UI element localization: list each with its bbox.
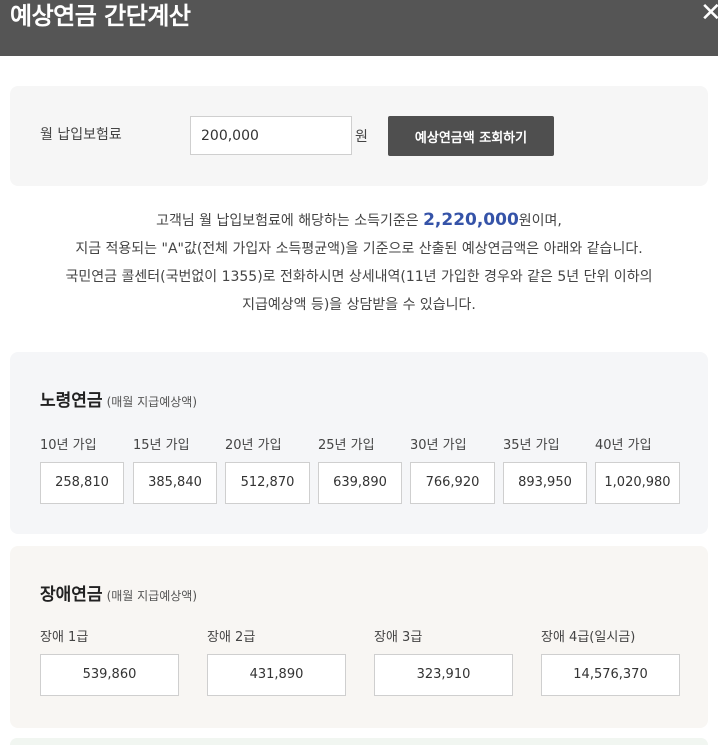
old-age-item-label: 30년 가입	[410, 438, 467, 453]
old-age-item: 25년 가입 639,890	[318, 436, 402, 504]
old-age-item-label: 15년 가입	[133, 438, 190, 453]
premium-input[interactable]	[190, 116, 352, 155]
modal-header: 예상연금 간단계산 ✕	[0, 0, 718, 56]
old-age-item-label: 20년 가입	[225, 438, 282, 453]
old-age-item: 10년 가입 258,810	[40, 436, 124, 504]
desc-line-1: 고객님 월 납입보험료에 해당하는 소득기준은 2,220,000원이며,	[10, 206, 708, 235]
desc-line-1-suffix: 원이며,	[518, 213, 562, 229]
currency-unit: 원	[355, 129, 368, 145]
disability-item-label: 장애 3급	[374, 630, 423, 645]
premium-label: 월 납입보험료	[40, 127, 122, 143]
next-panel-edge	[10, 738, 708, 745]
disability-item: 장애 1급 539,860	[40, 628, 179, 696]
result-description: 고객님 월 납입보험료에 해당하는 소득기준은 2,220,000원이며, 지금…	[10, 206, 708, 319]
disability-item: 장애 2급 431,890	[207, 628, 346, 696]
disability-item: 장애 4급(일시금) 14,576,370	[541, 628, 680, 696]
premium-form: 월 납입보험료 원 예상연금액 조회하기	[10, 86, 708, 186]
desc-line-4: 지급예상액 등)을 상담받을 수 있습니다.	[242, 297, 476, 313]
old-age-item-label: 10년 가입	[40, 438, 97, 453]
old-age-item: 30년 가입 766,920	[410, 436, 495, 504]
disability-item-value: 323,910	[374, 654, 513, 696]
close-icon[interactable]: ✕	[700, 0, 718, 28]
disability-item-value: 431,890	[207, 654, 346, 696]
old-age-item: 40년 가입 1,020,980	[595, 436, 680, 504]
disability-item-label: 장애 1급	[40, 630, 89, 645]
old-age-item-value: 512,870	[225, 462, 310, 504]
disability-item: 장애 3급 323,910	[374, 628, 513, 696]
disability-item-value: 539,860	[40, 654, 179, 696]
income-base-amount: 2,220,000	[423, 210, 519, 230]
old-age-item: 15년 가입 385,840	[133, 436, 217, 504]
old-age-item-label: 40년 가입	[595, 438, 652, 453]
lookup-pension-button[interactable]: 예상연금액 조회하기	[388, 116, 554, 156]
desc-line-1-prefix: 고객님 월 납입보험료에 해당하는 소득기준은	[156, 213, 424, 229]
old-age-pension-panel: 노령연금 (매월 지급예상액) 10년 가입 258,810 15년 가입 385…	[10, 352, 708, 534]
disability-pension-title-text: 장애연금	[40, 585, 103, 605]
old-age-pension-title-text: 노령연금	[40, 391, 103, 411]
disability-item-label: 장애 4급(일시금)	[541, 630, 636, 645]
old-age-item-value: 385,840	[133, 462, 217, 504]
old-age-item: 35년 가입 893,950	[503, 436, 587, 504]
disability-item-value: 14,576,370	[541, 654, 680, 696]
disability-pension-panel: 장애연금 (매월 지급예상액) 장애 1급 539,860 장애 2급 431,8…	[10, 546, 708, 728]
old-age-item-label: 35년 가입	[503, 438, 560, 453]
old-age-item-value: 258,810	[40, 462, 124, 504]
desc-line-2: 지금 적용되는 "A"값(전체 가입자 소득평균액)을 기준으로 산출된 예상연…	[75, 241, 643, 257]
old-age-pension-subtitle: (매월 지급예상액)	[106, 395, 198, 409]
old-age-item: 20년 가입 512,870	[225, 436, 310, 504]
disability-item-label: 장애 2급	[207, 630, 256, 645]
old-age-item-value: 766,920	[410, 462, 495, 504]
old-age-item-value: 893,950	[503, 462, 587, 504]
old-age-item-value: 1,020,980	[595, 462, 680, 504]
old-age-item-value: 639,890	[318, 462, 402, 504]
old-age-item-label: 25년 가입	[318, 438, 375, 453]
disability-pension-title: 장애연금 (매월 지급예상액)	[40, 580, 197, 605]
old-age-pension-title: 노령연금 (매월 지급예상액)	[40, 386, 197, 411]
disability-pension-subtitle: (매월 지급예상액)	[106, 589, 198, 603]
modal-title: 예상연금 간단계산	[10, 2, 191, 30]
desc-line-3: 국민연금 콜센터(국번없이 1355)로 전화하시면 상세내역(11년 가입한 …	[65, 269, 653, 285]
